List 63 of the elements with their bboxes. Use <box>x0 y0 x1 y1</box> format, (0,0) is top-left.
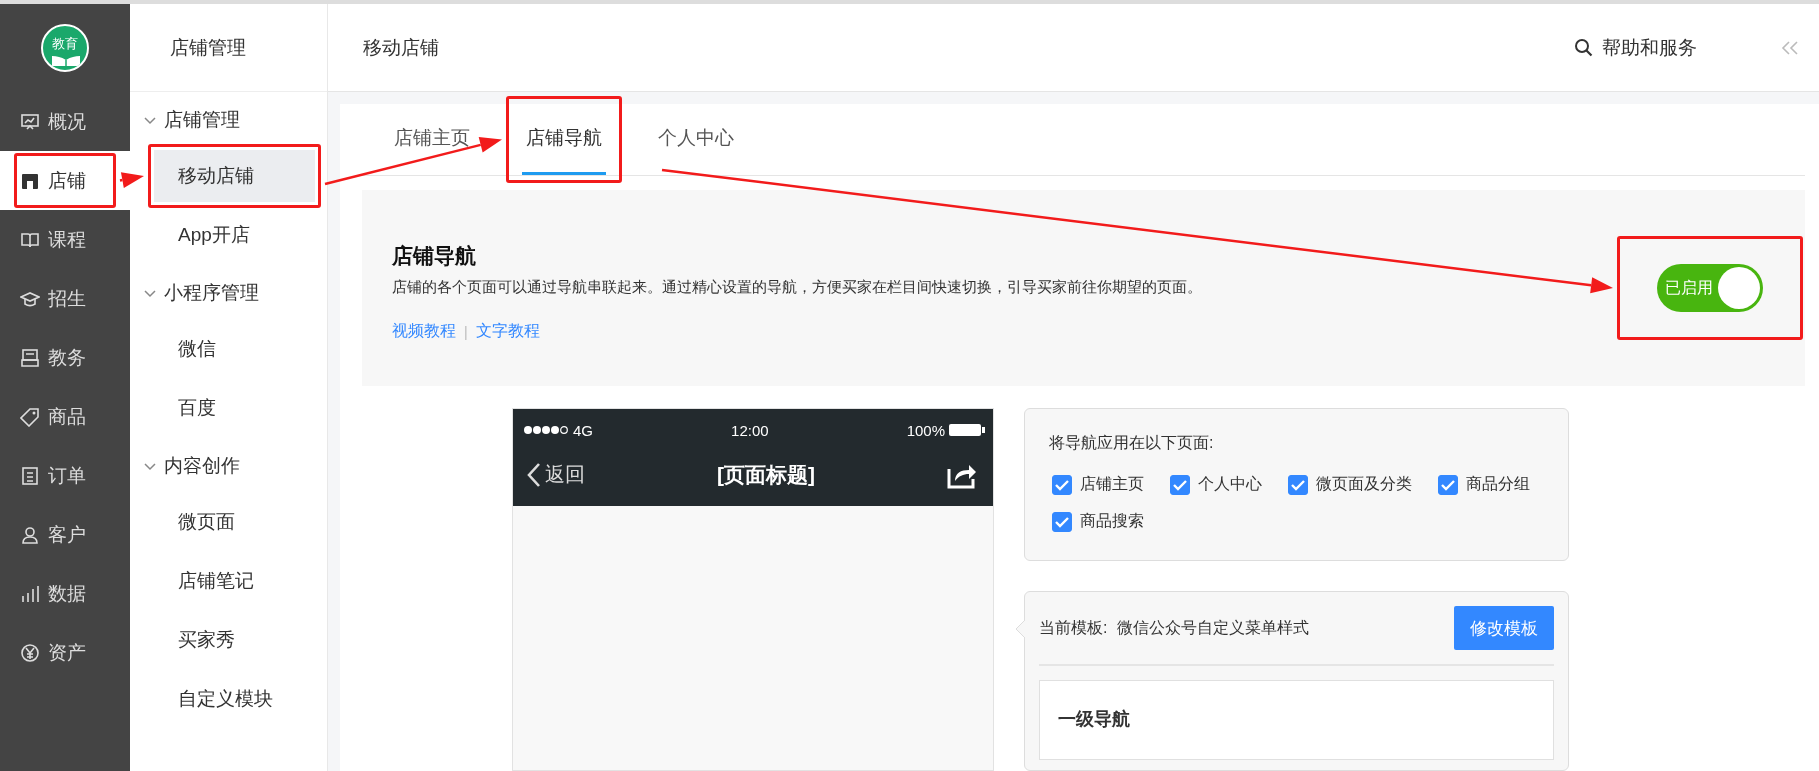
sidebar-group-header[interactable]: 小程序管理 <box>130 265 327 320</box>
list-icon <box>20 465 40 486</box>
annotation-arrow <box>119 172 144 188</box>
battery-icon <box>949 423 985 437</box>
checkbox[interactable] <box>1438 474 1458 495</box>
sidebar-item[interactable]: 课程 <box>0 210 130 269</box>
checkbox-option[interactable]: 商品搜索 <box>1052 511 1144 532</box>
carrier-label: 4G <box>573 421 593 439</box>
sidebar-item[interactable]: 移动店铺 <box>154 150 315 202</box>
template-label: 当前模板: <box>1039 617 1108 638</box>
search-icon <box>1574 37 1594 58</box>
bar-chart-icon <box>20 583 40 604</box>
tab[interactable]: 店铺主页 <box>390 104 474 175</box>
sidebar-item[interactable]: App开店 <box>154 209 315 261</box>
sidebar-item[interactable]: 买家秀 <box>154 614 315 666</box>
checkbox-option[interactable]: 商品分组 <box>1438 474 1530 495</box>
checkbox-option[interactable]: 微页面及分类 <box>1288 474 1412 495</box>
checkbox[interactable] <box>1052 474 1072 495</box>
clock-time: 12:00 <box>731 421 769 439</box>
sidebar-item[interactable]: 店铺笔记 <box>154 555 315 607</box>
book-icon <box>51 54 81 66</box>
sidebar-item[interactable]: 微信 <box>154 323 315 375</box>
help-link[interactable]: 帮助和服务 <box>1574 34 1697 61</box>
app-logo: 教育 <box>41 24 89 72</box>
section-title: 店铺导航 <box>392 243 477 269</box>
user-icon <box>20 524 40 545</box>
signal-icon <box>523 425 569 435</box>
page-title: 移动店铺 <box>363 35 440 60</box>
monitor-icon <box>20 111 40 132</box>
sidebar-item[interactable]: 资产 <box>0 623 130 682</box>
checkbox-option[interactable]: 店铺主页 <box>1052 474 1144 495</box>
checkbox[interactable] <box>1288 474 1308 495</box>
collapse-icon <box>1781 39 1799 56</box>
sidebar-item[interactable]: 教务 <box>0 328 130 387</box>
sidebar-group-header[interactable]: 店铺管理 <box>130 92 327 147</box>
checkbox-option[interactable]: 个人中心 <box>1170 474 1262 495</box>
description-text: 店铺的各个页面可以通过导航串联起来。通过精心设置的导航，方便买家在栏目间快速切换，引导买家前往你期望的页面。 <box>392 278 1203 297</box>
link-separator: | <box>464 323 468 340</box>
sidebar-item[interactable]: 客户 <box>0 505 130 564</box>
section-heading: 一级导航 <box>1058 708 1131 731</box>
sidebar-title: 店铺管理 <box>130 4 327 92</box>
template-name: 微信公众号自定义菜单样式 <box>1117 617 1311 638</box>
sidebar-item[interactable]: 数据 <box>0 564 130 623</box>
checkbox[interactable] <box>1052 511 1072 532</box>
tab[interactable]: 店铺导航 <box>522 104 606 175</box>
sidebar-group-header[interactable]: 内容创作 <box>130 438 327 493</box>
sidebar-item[interactable]: 招生 <box>0 269 130 328</box>
tag-icon <box>20 406 40 427</box>
chevron-left-icon <box>527 461 541 488</box>
sidebar-item[interactable]: 微页面 <box>154 496 315 548</box>
panel-label: 将导航应用在以下页面: <box>1049 433 1215 453</box>
sidebar-item[interactable]: 自定义模块 <box>154 673 315 725</box>
tab[interactable]: 个人中心 <box>654 104 738 175</box>
yuan-coin-icon <box>20 642 40 663</box>
phone-page-title: [页面标题] <box>717 461 815 488</box>
sidebar-item[interactable]: 百度 <box>154 382 315 434</box>
sidebar-item[interactable]: 概况 <box>0 92 130 151</box>
sidebar-item[interactable]: 商品 <box>0 387 130 446</box>
battery-percent: 100% <box>906 421 945 439</box>
register-icon <box>20 347 40 368</box>
sidebar-item[interactable]: 订单 <box>0 446 130 505</box>
checkbox[interactable] <box>1170 474 1190 495</box>
back-button[interactable]: 返回 <box>527 461 585 488</box>
